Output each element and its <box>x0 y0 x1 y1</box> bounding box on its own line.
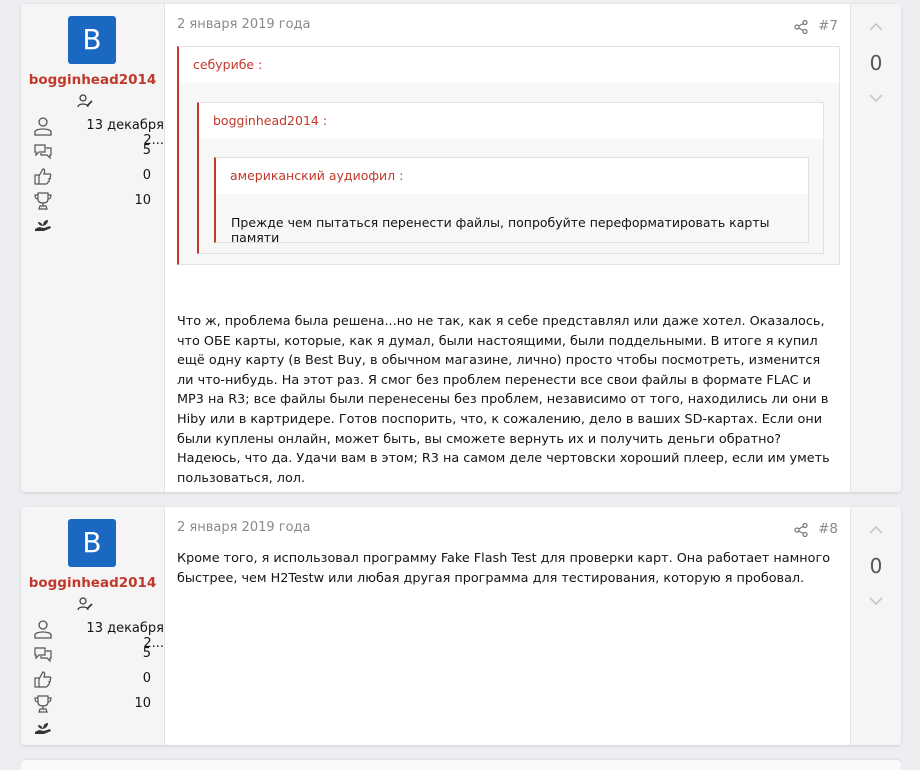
avatar[interactable]: B <box>68 519 116 567</box>
thumbs-up-icon <box>34 168 52 185</box>
post-number-link[interactable]: #7 <box>818 18 838 34</box>
stat-points: 10 <box>21 694 164 714</box>
quote-author[interactable]: американский аудиофил : <box>216 158 808 194</box>
username-link[interactable]: bogginhead2014 <box>21 72 164 88</box>
stat-reactions-value: 0 <box>142 671 151 686</box>
post-date[interactable]: 2 января 2019 года <box>177 520 311 535</box>
post-number-link[interactable]: #8 <box>818 521 838 537</box>
post-date[interactable]: 2 января 2019 года <box>177 17 311 32</box>
quote-block-innermost: американский аудиофил : Прежде чем пытат… <box>214 157 809 245</box>
stat-joined: 13 декабря 2... <box>21 116 164 148</box>
post-8: B bogginhead2014 13 декабря 2... 5 0 10 … <box>21 507 901 745</box>
trophy-icon <box>34 695 52 713</box>
post-body: Кроме того, я использовал программу Fake… <box>177 551 831 586</box>
user-icon <box>34 117 52 136</box>
stat-messages: 5 <box>21 644 164 664</box>
post-user-panel: B bogginhead2014 13 декабря 2... 5 0 10 <box>21 507 165 745</box>
hand-plant-icon <box>35 723 51 734</box>
trophy-icon <box>34 192 52 210</box>
avatar[interactable]: B <box>68 16 116 64</box>
chevron-up-icon[interactable] <box>868 525 884 535</box>
messages-icon <box>34 144 52 160</box>
chevron-down-icon[interactable] <box>868 93 884 103</box>
stat-points-value: 10 <box>134 193 151 208</box>
chevron-up-icon[interactable] <box>868 22 884 32</box>
vote-panel: 0 <box>850 4 901 492</box>
messages-icon <box>34 647 52 663</box>
hand-plant-icon <box>35 220 51 231</box>
stat-reactions-value: 0 <box>142 168 151 183</box>
vote-panel: 0 <box>850 507 901 745</box>
post-body: Что ж, проблема была решена...но не так,… <box>177 314 830 486</box>
quote-block: себурибе : bogginhead2014 : американский… <box>177 46 840 265</box>
stat-points-value: 10 <box>134 696 151 711</box>
user-edit-icon <box>77 597 93 611</box>
post-main: 2 января 2019 года #7 себурибе : bogginh… <box>165 4 850 492</box>
quote-author[interactable]: себурибе : <box>179 47 839 83</box>
post-main: 2 января 2019 года #8 Кроме того, я испо… <box>165 507 850 745</box>
stat-messages-value: 5 <box>142 646 151 661</box>
post-user-panel: B bogginhead2014 13 декабря 2... 5 0 10 <box>21 4 165 492</box>
stat-reactions: 0 <box>21 669 164 689</box>
post-7: B bogginhead2014 13 декабря 2... 5 0 10 … <box>21 4 901 492</box>
user-edit-icon <box>77 94 93 108</box>
quote-text: Прежде чем пытаться перенести файлы, поп… <box>231 215 770 245</box>
stat-points: 10 <box>21 191 164 211</box>
username-link[interactable]: bogginhead2014 <box>21 575 164 591</box>
vote-score: 0 <box>869 554 883 578</box>
quote-author[interactable]: bogginhead2014 : <box>199 103 823 139</box>
next-post-edge <box>21 760 901 770</box>
chevron-down-icon[interactable] <box>868 596 884 606</box>
share-icon[interactable] <box>794 20 808 34</box>
share-icon[interactable] <box>794 523 808 537</box>
stat-messages-value: 5 <box>142 143 151 158</box>
stat-joined: 13 декабря 2... <box>21 619 164 651</box>
user-icon <box>34 620 52 639</box>
stat-messages: 5 <box>21 141 164 161</box>
vote-score: 0 <box>869 51 883 75</box>
quote-block-nested: bogginhead2014 : американский аудиофил :… <box>197 102 824 254</box>
stat-reactions: 0 <box>21 166 164 186</box>
thumbs-up-icon <box>34 671 52 688</box>
